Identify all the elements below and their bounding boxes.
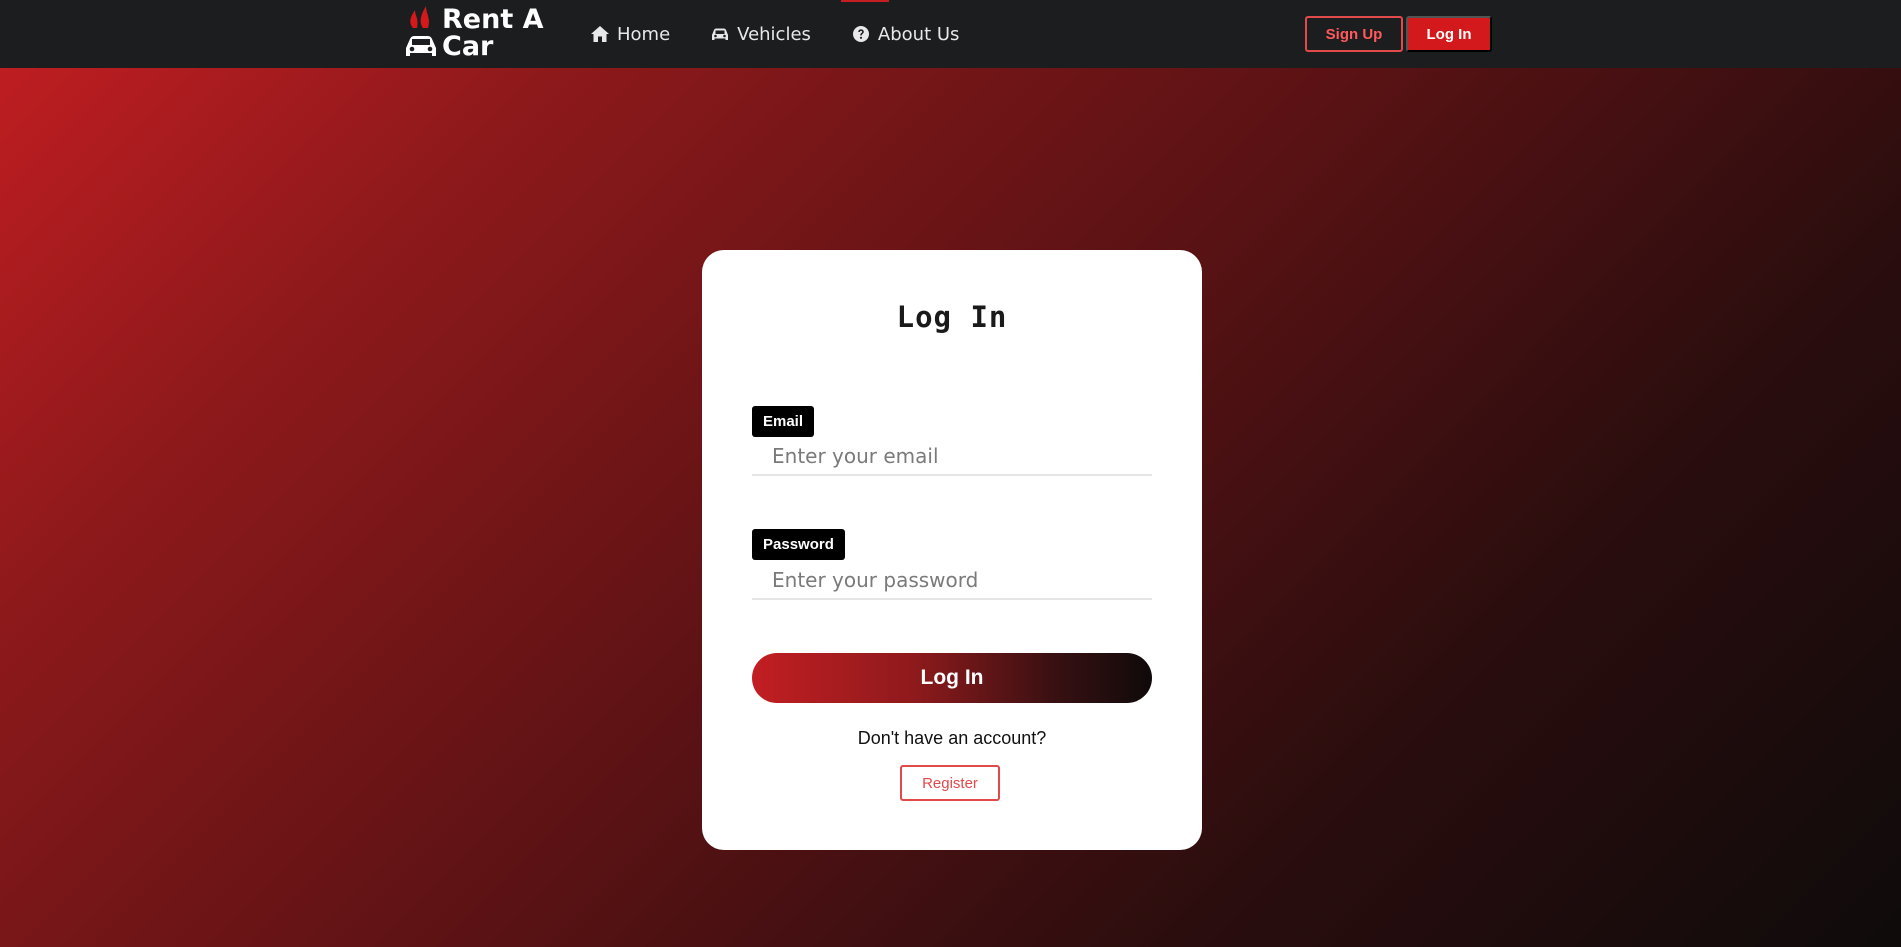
- page-title: Log In: [896, 300, 1008, 334]
- no-account-text: Don't have an account?: [857, 728, 1047, 748]
- nav-link-label: Home: [617, 23, 671, 45]
- main-nav: Home Vehicles About Us: [590, 0, 999, 68]
- nav-link-vehicles[interactable]: Vehicles: [710, 0, 811, 68]
- login-submit-button[interactable]: Log In: [752, 653, 1152, 703]
- log-in-button[interactable]: Log In: [1406, 16, 1492, 52]
- email-label: Email: [752, 406, 815, 437]
- nav-link-about-us[interactable]: About Us: [851, 0, 960, 68]
- email-field[interactable]: [752, 438, 1152, 476]
- brand-logo[interactable]: Rent A Car: [403, 4, 553, 62]
- question-circle-icon: [852, 26, 869, 42]
- register-button[interactable]: Register: [900, 765, 1000, 801]
- brand-name: Rent A Car: [442, 4, 544, 62]
- nav-link-label: About Us: [877, 23, 960, 45]
- home-icon: [591, 26, 609, 42]
- password-label: Password: [752, 529, 845, 560]
- nav-link-home[interactable]: Home: [590, 0, 670, 68]
- top-navbar: Rent A Car Home Vehicles About Us Sign U…: [0, 0, 1901, 68]
- login-card: Log In Email Password Log In Don't have …: [702, 250, 1202, 850]
- car-flame-logo-icon: [406, 6, 436, 56]
- sign-up-button[interactable]: Sign Up: [1305, 16, 1403, 52]
- nav-link-label: Vehicles: [737, 23, 811, 45]
- car-icon: [712, 28, 729, 40]
- password-field[interactable]: [752, 562, 1152, 600]
